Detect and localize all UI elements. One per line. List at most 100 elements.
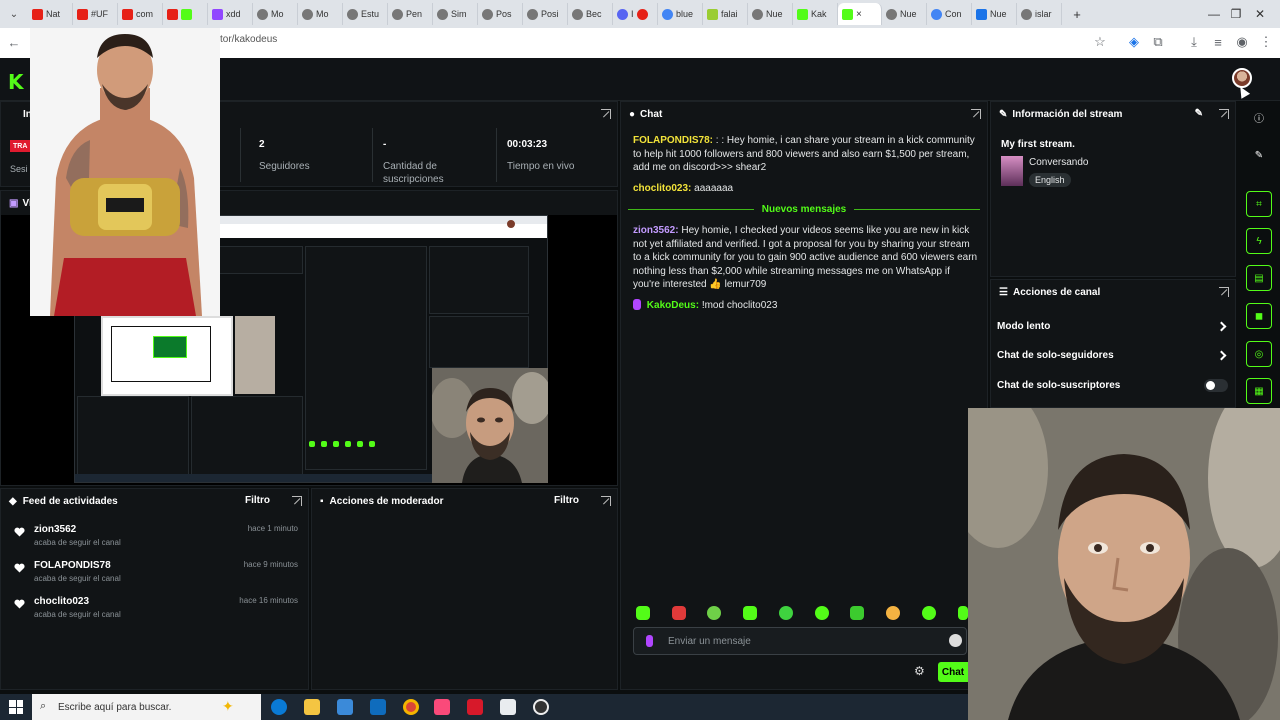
- emote-icon[interactable]: [707, 606, 721, 620]
- emote-icon[interactable]: [886, 606, 900, 620]
- close-tab-icon[interactable]: ×: [856, 9, 862, 20]
- browser-tab[interactable]: blue: [658, 3, 703, 25]
- emote-icon[interactable]: [743, 606, 757, 620]
- profile-icon[interactable]: ◉: [1232, 32, 1252, 52]
- category-thumbnail[interactable]: [1001, 156, 1023, 186]
- file-explorer-icon[interactable]: [304, 699, 320, 715]
- expand-icon[interactable]: [292, 496, 302, 506]
- expand-icon[interactable]: [1219, 109, 1229, 119]
- menu-icon[interactable]: ⋮: [1256, 32, 1276, 52]
- edge-icon[interactable]: [271, 699, 287, 715]
- browser-tab[interactable]: com: [118, 3, 163, 25]
- expand-icon[interactable]: [1219, 287, 1229, 297]
- browser-tab[interactable]: Mo: [253, 3, 298, 25]
- browser-tab[interactable]: Nue: [748, 3, 793, 25]
- browser-tab[interactable]: Posi: [523, 3, 568, 25]
- browser-tab[interactable]: Mo: [298, 3, 343, 25]
- browser-tab[interactable]: Nat: [28, 3, 73, 25]
- browser-tab[interactable]: [163, 3, 208, 25]
- emote-icon[interactable]: [779, 606, 793, 620]
- document-icon[interactable]: ▤: [1246, 265, 1272, 291]
- browser-tab[interactable]: Nue: [972, 3, 1017, 25]
- expand-icon[interactable]: [971, 109, 981, 119]
- tab-search-icon[interactable]: ⌄: [0, 0, 28, 28]
- browser-tab[interactable]: Pen: [388, 3, 433, 25]
- close-window-icon[interactable]: ✕: [1238, 0, 1280, 28]
- browser-tab[interactable]: I: [613, 3, 658, 25]
- followers-only-item[interactable]: Chat de solo-seguidores: [997, 350, 1114, 361]
- puzzle-icon[interactable]: ⧉: [1148, 32, 1168, 52]
- kick-icon: [797, 8, 808, 20]
- emoji-picker-icon[interactable]: [949, 634, 962, 647]
- feed-item-name[interactable]: FOLAPONDIS78: [34, 560, 111, 571]
- emote-icon[interactable]: [922, 606, 936, 620]
- address-bar[interactable]: tor/kakodeus: [220, 34, 277, 45]
- kick-logo[interactable]: K: [8, 70, 24, 94]
- globe-icon: [302, 8, 313, 20]
- chat-bubble-icon: ●: [629, 108, 636, 120]
- mail-icon[interactable]: [370, 699, 386, 715]
- emote-icon[interactable]: [672, 606, 686, 620]
- browser-tab[interactable]: Con: [927, 3, 972, 25]
- browser-tab[interactable]: islar: [1017, 3, 1062, 25]
- chat-message: KakoDeus: !mod choclito023: [633, 299, 978, 313]
- windows-start-icon[interactable]: [9, 700, 23, 714]
- browser-tab[interactable]: xdd: [208, 3, 253, 25]
- feed-item-name[interactable]: choclito023: [34, 596, 89, 607]
- extension-icon[interactable]: ◈: [1124, 32, 1144, 52]
- browser-tab[interactable]: Estu: [343, 3, 388, 25]
- back-icon[interactable]: ←: [4, 32, 24, 52]
- chrome-icon[interactable]: [403, 699, 419, 715]
- emote-icon[interactable]: [958, 606, 968, 620]
- stat-divider: [496, 128, 497, 182]
- browser-tab[interactable]: Pos: [478, 3, 523, 25]
- app-icon[interactable]: [467, 699, 483, 715]
- browser-tab[interactable]: Nue: [882, 3, 927, 25]
- expand-icon[interactable]: [601, 496, 611, 506]
- info-icon[interactable]: ⓘ: [1246, 104, 1272, 130]
- mod-actions-panel: ▪ Acciones de moderador Filtro: [311, 488, 618, 690]
- obs-icon[interactable]: [533, 699, 549, 715]
- expand-icon[interactable]: [601, 109, 611, 119]
- new-messages-divider[interactable]: Nuevos mensajes: [628, 202, 980, 216]
- new-tab-button[interactable]: +: [1062, 3, 1092, 25]
- emote-icon[interactable]: [636, 606, 650, 620]
- chat-settings-gear-icon[interactable]: ⚙: [914, 664, 925, 678]
- pencil-icon[interactable]: ✎: [1246, 142, 1272, 168]
- broadcast-icon[interactable]: ◎: [1246, 341, 1272, 367]
- download-icon[interactable]: ⤓: [1184, 32, 1204, 52]
- chat-input[interactable]: Enviar un mensaje: [633, 627, 967, 655]
- discord-icon: [617, 8, 628, 20]
- store-icon[interactable]: [337, 699, 353, 715]
- edit-pencil-icon[interactable]: ✎: [1195, 108, 1203, 119]
- browser-tab-active[interactable]: ×: [838, 3, 882, 25]
- chat-bubble-icon[interactable]: ◼: [1246, 303, 1272, 329]
- mod-actions-header: ▪ Acciones de moderador Filtro: [312, 489, 617, 513]
- subscribers-only-item[interactable]: Chat de solo-suscriptores: [997, 380, 1120, 391]
- stat-divider: [240, 128, 241, 182]
- browser-tab[interactable]: falai: [703, 3, 748, 25]
- bookmark-star-icon[interactable]: ☆: [1090, 32, 1110, 52]
- lightning-icon[interactable]: ϟ: [1246, 228, 1272, 254]
- category-name[interactable]: Conversando: [1029, 157, 1088, 168]
- camera-focus-icon[interactable]: ⌗: [1246, 191, 1272, 217]
- browser-tab[interactable]: Bec: [568, 3, 613, 25]
- media-icon[interactable]: ≡: [1208, 32, 1228, 52]
- taskbar-search-input[interactable]: ⌕ Escribe aquí para buscar. ✦: [32, 694, 261, 720]
- music-icon[interactable]: [434, 699, 450, 715]
- emote-icon[interactable]: [850, 606, 864, 620]
- subscribers-only-toggle[interactable]: [1204, 379, 1228, 392]
- settings-tab-icon: [976, 8, 987, 20]
- feed-filter-button[interactable]: Filtro: [245, 495, 270, 506]
- security-icon[interactable]: [500, 699, 516, 715]
- send-chat-button[interactable]: Chat: [938, 662, 968, 682]
- browser-tab[interactable]: Sim: [433, 3, 478, 25]
- browser-tab[interactable]: #UF: [73, 3, 118, 25]
- feed-item-name[interactable]: zion3562: [34, 524, 76, 535]
- slow-mode-item[interactable]: Modo lento: [997, 321, 1050, 332]
- emote-icon[interactable]: [815, 606, 829, 620]
- mod-filter-button[interactable]: Filtro: [554, 495, 579, 506]
- wrench-icon: ✎: [999, 108, 1008, 120]
- layout-icon[interactable]: ▦: [1246, 378, 1272, 404]
- browser-tab[interactable]: Kak: [793, 3, 838, 25]
